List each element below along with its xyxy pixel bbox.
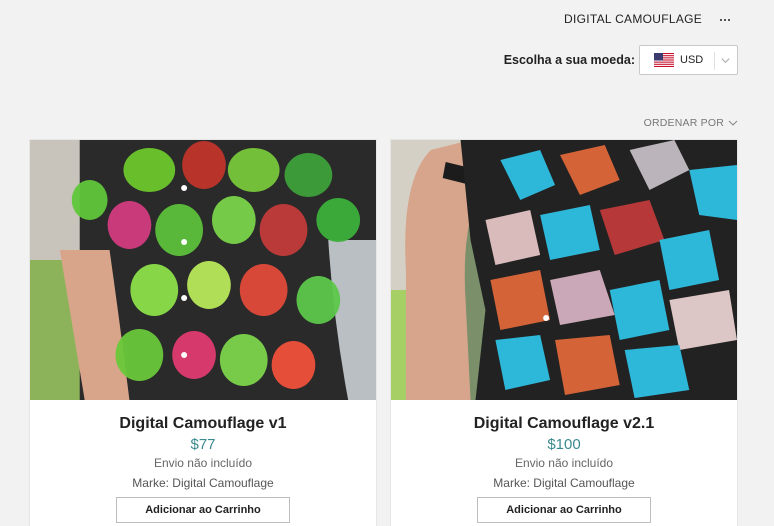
- select-divider: [714, 52, 715, 70]
- currency-code: USD: [680, 54, 704, 66]
- shipping-note: Envio não incluído: [153, 456, 253, 470]
- product-name[interactable]: Digital Camouflage v2.1: [391, 415, 737, 433]
- product-card[interactable]: Digital Camouflage v1 $77 Envio não incl…: [29, 139, 377, 526]
- shipping-note: Envio não incluído: [514, 456, 614, 470]
- chevron-down-icon: [721, 58, 730, 64]
- add-to-cart-button[interactable]: Adicionar ao Carrinho: [477, 497, 651, 523]
- us-flag-icon: [654, 53, 674, 67]
- top-bar: DIGITAL CAMOUFLAGE: [0, 0, 774, 38]
- product-price: $77: [190, 436, 216, 453]
- product-name[interactable]: Digital Camouflage v1: [30, 415, 376, 433]
- currency-label: Escolha a sua moeda:: [503, 53, 635, 67]
- product-image[interactable]: [30, 140, 376, 400]
- currency-select[interactable]: USD: [639, 45, 738, 75]
- sort-label: ORDENAR POR: [643, 117, 724, 129]
- product-price: $100: [547, 436, 581, 453]
- add-to-cart-button[interactable]: Adicionar ao Carrinho: [116, 497, 290, 523]
- chevron-down-icon: [728, 120, 738, 126]
- product-brand: Marke: Digital Camouflage: [493, 476, 635, 490]
- currency-selector-row: Escolha a sua moeda: USD: [504, 45, 738, 75]
- product-image[interactable]: [391, 140, 737, 400]
- product-brand: Marke: Digital Camouflage: [132, 476, 274, 490]
- product-card[interactable]: Digital Camouflage v2.1 $100 Envio não i…: [390, 139, 738, 526]
- sort-dropdown[interactable]: ORDENAR POR: [644, 117, 738, 129]
- more-menu-button[interactable]: [718, 8, 732, 28]
- store-name-link[interactable]: DIGITAL CAMOUFLAGE: [564, 12, 702, 26]
- more-dots-icon: [719, 18, 731, 22]
